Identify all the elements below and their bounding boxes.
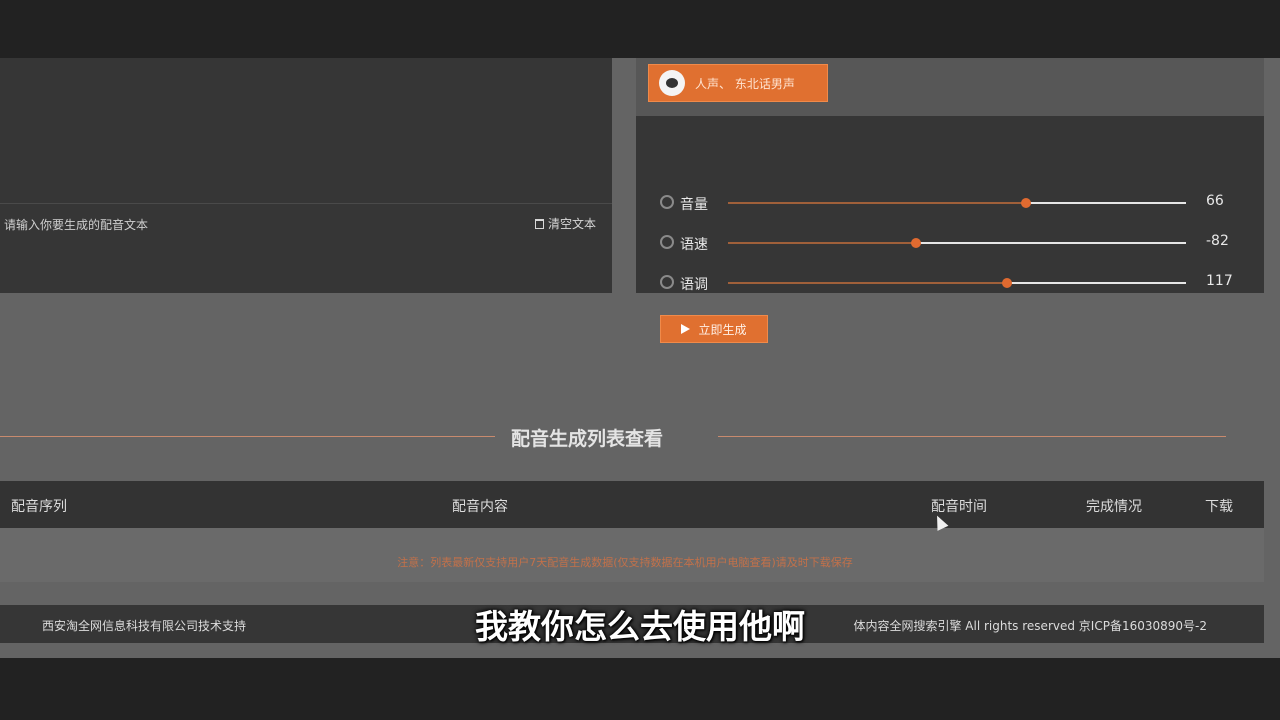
generate-button[interactable]: 立即生成 — [660, 315, 768, 343]
clear-text-label: 清空文本 — [547, 217, 596, 231]
volume-slider[interactable] — [728, 198, 1186, 208]
volume-slider-fill — [728, 202, 1026, 204]
tone-icon — [660, 275, 674, 289]
app-frame: 请输入你要生成的配音文本 清空文本 人声、 东北话男声 音量 66 语速 -82… — [0, 58, 1280, 658]
tone-label: 语调 — [680, 277, 708, 293]
column-header-content: 配音内容 — [452, 499, 508, 515]
voice-label: 人声、 东北话男声 — [695, 76, 795, 91]
speaker-icon — [660, 195, 674, 209]
column-header-time: 配音时间 — [931, 499, 987, 515]
speed-slider-knob[interactable] — [910, 238, 921, 248]
tone-slider-knob[interactable] — [1002, 278, 1013, 288]
speed-icon — [660, 235, 674, 249]
tone-slider-fill — [728, 282, 1008, 284]
section-divider-left — [0, 436, 495, 437]
editor-placeholder: 请输入你要生成的配音文本 — [4, 218, 149, 232]
table-body: 注意：列表最新仅支持用户7天配音生成数据(仅支持数据在本机用户电脑查看)请及时下… — [0, 528, 1264, 582]
speed-value: -82 — [1206, 233, 1229, 249]
speed-slider[interactable] — [728, 238, 1186, 248]
volume-label: 音量 — [680, 197, 708, 213]
play-icon — [681, 324, 691, 334]
table-notice: 注意：列表最新仅支持用户7天配音生成数据(仅支持数据在本机用户电脑查看)请及时下… — [397, 556, 853, 569]
volume-slider-row: 音量 66 — [636, 192, 1264, 214]
text-editor[interactable]: 请输入你要生成的配音文本 清空文本 — [0, 58, 612, 293]
trash-icon — [534, 218, 544, 229]
tone-slider-row: 语调 117 — [636, 272, 1264, 294]
column-header-download: 下载 — [1205, 499, 1233, 515]
section-divider-right — [718, 436, 1226, 437]
voice-select-button[interactable]: 人声、 东北话男声 — [648, 64, 828, 102]
speed-slider-fill — [728, 242, 916, 244]
speed-slider-row: 语速 -82 — [636, 232, 1264, 254]
voice-selector-area: 人声、 东北话男声 — [636, 58, 1264, 116]
audio-controls: 音量 66 语速 -82 语调 117 立即生成 — [636, 116, 1264, 343]
volume-value: 66 — [1206, 193, 1224, 209]
tone-slider[interactable] — [728, 278, 1186, 288]
table-header: 配音序列 配音内容 配音时间 完成情况 下载 — [0, 481, 1264, 528]
video-subtitle: 我教你怎么去使用他啊 — [475, 607, 805, 646]
speed-label: 语速 — [680, 237, 708, 253]
voice-avatar — [659, 70, 685, 96]
volume-slider-knob[interactable] — [1020, 198, 1031, 208]
clear-text-button[interactable]: 清空文本 — [534, 215, 596, 232]
section-title: 配音生成列表查看 — [511, 428, 664, 450]
generate-label: 立即生成 — [698, 322, 747, 337]
column-header-sequence: 配音序列 — [11, 499, 67, 515]
editor-divider — [0, 203, 612, 204]
tone-value: 117 — [1206, 273, 1233, 289]
column-header-status: 完成情况 — [1086, 499, 1142, 515]
